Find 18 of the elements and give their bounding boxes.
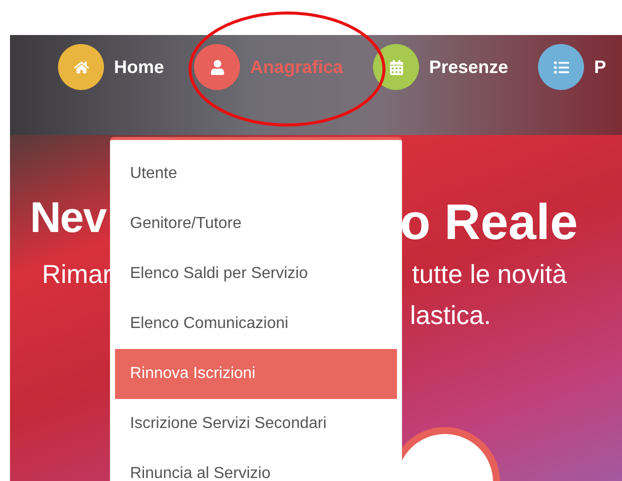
menu-item[interactable]: Utente <box>115 149 397 199</box>
menu-item[interactable]: Elenco Comunicazioni <box>115 299 397 349</box>
menu-item[interactable]: Elenco Saldi per Servizio <box>115 249 397 299</box>
hero-title: o Reale <box>400 197 578 247</box>
nav-item[interactable]: Home <box>58 44 164 90</box>
home-icon <box>58 44 104 90</box>
list-icon <box>538 44 584 90</box>
menu-item[interactable]: Genitore/Tutore <box>115 199 397 249</box>
hero-subtitle: Rimar <box>42 258 112 291</box>
nav-item[interactable]: P <box>538 44 606 90</box>
menu-item[interactable]: Rinuncia al Servizio <box>115 449 397 481</box>
user-icon <box>194 44 240 90</box>
hero-title: Nev <box>30 197 108 244</box>
menu-item[interactable]: Iscrizione Servizi Secondari <box>115 399 397 449</box>
hero-subtitle: lastica. <box>410 300 491 330</box>
calendar-icon <box>373 44 420 90</box>
nav-item[interactable]: Presenze <box>373 44 508 90</box>
hero-subtitle: tutte le novità <box>412 258 567 291</box>
